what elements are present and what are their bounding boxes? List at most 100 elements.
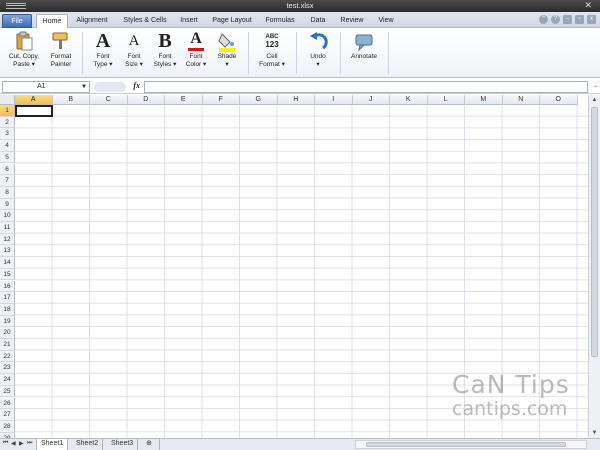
column-header-c[interactable]: C [90, 95, 128, 105]
row-header-7[interactable]: 7 [0, 175, 15, 187]
formula-bar: A1 ▼ fx ⌄ [0, 80, 600, 94]
help-icon[interactable]: ? [551, 15, 560, 24]
scroll-up-icon[interactable]: ▲ [589, 95, 600, 105]
tab-page-layout[interactable]: Page Layout [208, 14, 256, 28]
row-header-3[interactable]: 3 [0, 128, 15, 141]
next-sheet-icon[interactable]: ▶ [19, 440, 24, 447]
font-type-button[interactable]: A Font Type ▾ [88, 30, 118, 69]
row-header-4[interactable]: 4 [0, 140, 15, 152]
prev-sheet-icon[interactable]: ◀ [11, 440, 16, 447]
cell-format-button[interactable]: ABC 123 Cell Format ▾ [254, 30, 290, 69]
ribbon-separator [248, 32, 249, 74]
first-sheet-icon[interactable]: ⏮ [3, 440, 8, 447]
row-header-2[interactable]: 2 [0, 116, 15, 129]
font-styles-button[interactable]: B Font Styles ▾ [150, 30, 180, 69]
tab-review[interactable]: Review [336, 14, 368, 28]
column-header-f[interactable]: F [202, 95, 240, 105]
row-header-19[interactable]: 19 [0, 315, 15, 328]
bold-icon: B [158, 30, 172, 52]
column-header-m[interactable]: M [465, 95, 503, 105]
vertical-scrollbar[interactable]: ▲ ▼ [588, 95, 600, 438]
shade-button[interactable]: Shade ▾ [212, 30, 242, 69]
tab-data[interactable]: Data [304, 14, 332, 28]
row-header-17[interactable]: 17 [0, 292, 15, 304]
tab-alignment[interactable]: Alignment [72, 14, 112, 28]
column-header-k[interactable]: K [390, 95, 428, 105]
font-type-icon: A [95, 30, 111, 52]
chevron-down-icon[interactable]: ▼ [81, 82, 87, 92]
cut-copy-paste-button[interactable]: Cut, Copy, Paste ▾ [4, 30, 44, 69]
vertical-scroll-thumb[interactable] [591, 107, 598, 357]
row-header-8[interactable]: 8 [0, 186, 15, 199]
font-size-icon: A [128, 33, 140, 49]
horizontal-scroll-thumb[interactable] [366, 442, 566, 447]
name-box[interactable]: A1 ▼ [2, 81, 90, 93]
horizontal-scrollbar[interactable] [355, 440, 587, 449]
add-sheet-icon[interactable]: ⊕ [142, 439, 160, 450]
font-color-button[interactable]: A Font Color ▾ [182, 30, 210, 69]
tab-formulas[interactable]: Formulas [260, 14, 300, 28]
row-header-26[interactable]: 26 [0, 397, 15, 410]
restore-icon[interactable]: ▫ [575, 15, 584, 24]
row-header-27[interactable]: 27 [0, 409, 15, 421]
formula-toggle[interactable] [94, 82, 126, 92]
ribbon-separator [296, 32, 297, 74]
cell-area[interactable] [15, 105, 588, 438]
row-header-11[interactable]: 11 [0, 222, 15, 234]
column-header-h[interactable]: H [277, 95, 315, 105]
row-header-14[interactable]: 14 [0, 257, 15, 269]
row-header-20[interactable]: 20 [0, 327, 15, 339]
sheet-tab-sheet3[interactable]: Sheet3 [107, 439, 139, 450]
column-header-e[interactable]: E [165, 95, 203, 105]
row-header-5[interactable]: 5 [0, 151, 15, 164]
expand-formula-icon[interactable]: ⌄ [593, 82, 598, 89]
close-icon[interactable]: ✕ [584, 0, 592, 11]
column-header-l[interactable]: L [427, 95, 465, 105]
column-header-a[interactable]: A [15, 95, 53, 105]
ribbon-home: Cut, Copy, Paste ▾ Format Painter A Font… [0, 28, 600, 78]
row-header-13[interactable]: 13 [0, 245, 15, 258]
row-header-22[interactable]: 22 [0, 350, 15, 363]
close-document-icon[interactable]: x [587, 15, 596, 24]
column-header-n[interactable]: N [502, 95, 540, 105]
undo-button[interactable]: Undo ▾ [302, 30, 334, 69]
sheet-tab-sheet1[interactable]: Sheet1 [36, 439, 69, 450]
tab-insert[interactable]: Insert [174, 14, 204, 28]
selected-cell[interactable] [15, 105, 53, 117]
column-header-d[interactable]: D [127, 95, 165, 105]
tab-view[interactable]: View [372, 14, 400, 28]
last-sheet-icon[interactable]: ⏭ [27, 440, 32, 447]
collapse-ribbon-icon[interactable]: ⌃ [539, 15, 548, 24]
tab-file[interactable]: File [2, 14, 32, 28]
row-header-21[interactable]: 21 [0, 339, 15, 351]
row-header-10[interactable]: 10 [0, 210, 15, 222]
row-header-1[interactable]: 1 [0, 105, 15, 117]
row-header-25[interactable]: 25 [0, 385, 15, 398]
format-painter-button[interactable]: Format Painter [44, 30, 78, 69]
column-header-b[interactable]: B [52, 95, 90, 105]
tab-home[interactable]: Home [36, 14, 68, 29]
row-header-9[interactable]: 9 [0, 198, 15, 211]
function-icon[interactable]: fx [133, 81, 140, 90]
column-header-j[interactable]: J [352, 95, 390, 105]
row-header-12[interactable]: 12 [0, 233, 15, 246]
row-header-18[interactable]: 18 [0, 303, 15, 316]
sheet-tab-sheet2[interactable]: Sheet2 [72, 439, 104, 450]
column-header-i[interactable]: I [315, 95, 353, 105]
annotate-button[interactable]: Annotate [344, 30, 384, 61]
font-size-button[interactable]: A Font Size ▾ [120, 30, 148, 69]
row-header-15[interactable]: 15 [0, 268, 15, 281]
formula-input[interactable] [144, 81, 588, 93]
row-header-16[interactable]: 16 [0, 280, 15, 293]
font-color-icon: A [185, 30, 207, 52]
row-header-23[interactable]: 23 [0, 362, 15, 375]
column-header-g[interactable]: G [240, 95, 278, 105]
row-header-6[interactable]: 6 [0, 163, 15, 176]
tab-styles-cells[interactable]: Styles & Cells [118, 14, 172, 28]
minimize-icon[interactable]: – [563, 15, 572, 24]
select-all-corner[interactable] [0, 95, 15, 105]
row-header-24[interactable]: 24 [0, 374, 15, 386]
column-header-o[interactable]: O [540, 95, 578, 105]
scroll-down-icon[interactable]: ▼ [589, 428, 600, 438]
row-header-28[interactable]: 28 [0, 420, 15, 433]
